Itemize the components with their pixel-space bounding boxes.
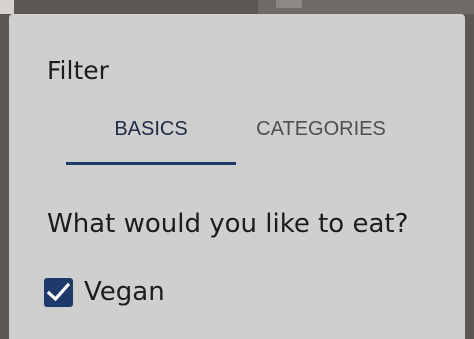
dialog-title: Filter [47, 56, 109, 85]
background-image-detail [276, 0, 302, 8]
vegan-checkbox[interactable] [44, 278, 73, 307]
question-text: What would you like to eat? [47, 209, 409, 239]
background-image [0, 0, 14, 14]
tab-categories[interactable]: CATEGORIES [236, 114, 406, 164]
tab-basics[interactable]: BASICS [66, 114, 236, 164]
tab-indicator [66, 162, 236, 165]
filter-dialog: Filter BASICS CATEGORIES What would you … [9, 14, 465, 339]
vegan-label[interactable]: Vegan [84, 276, 165, 308]
checkmark-icon [47, 282, 70, 302]
